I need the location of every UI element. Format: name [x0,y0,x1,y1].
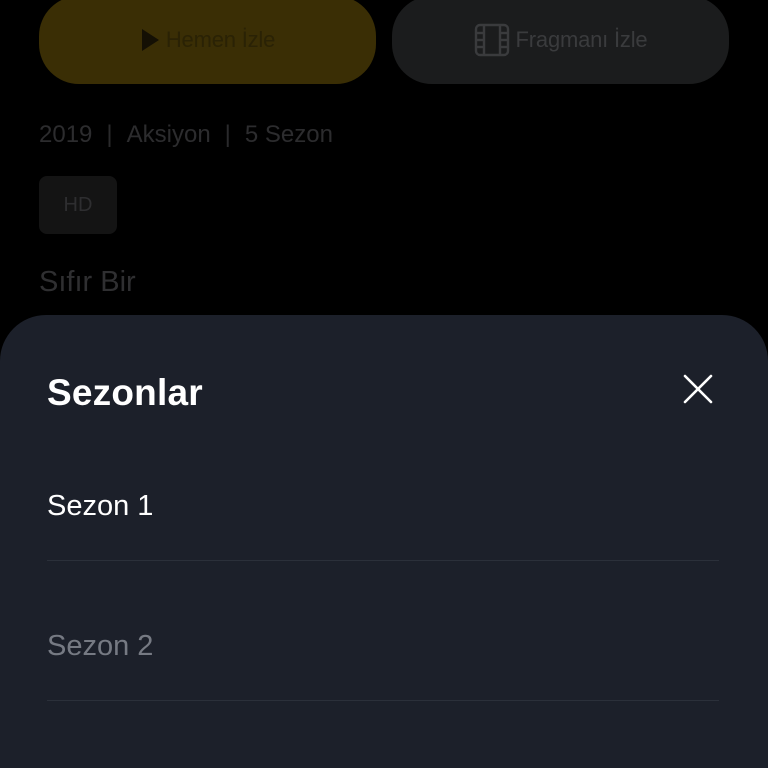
divider [47,560,719,561]
sheet-title: Sezonlar [47,372,203,413]
season-list: Sezon 1 Sezon 2 [47,470,719,750]
show-meta: 2019 | Aksiyon | 5 Sezon [39,121,333,149]
meta-seasons: 5 Sezon [244,121,333,148]
seasons-bottom-sheet: Sezonlar Sezon 1 Sezon 2 [0,315,768,768]
show-title: Sıfır Bir [39,266,136,298]
divider [47,700,719,701]
season-item-1[interactable]: Sezon 1 [47,470,719,610]
season-label: Sezon 1 [47,490,154,522]
watch-now-label: Hemen İzle [165,27,276,52]
season-item-2[interactable]: Sezon 2 [47,610,719,750]
film-icon [474,23,510,57]
quality-badge: HD [39,176,117,234]
close-button[interactable] [678,371,718,411]
meta-separator: | [106,121,113,148]
watch-now-button[interactable]: Hemen İzle [39,0,376,84]
trailer-button[interactable]: Fragmanı İzle [392,0,729,84]
season-label: Sezon 2 [47,630,154,662]
meta-genre: Aksiyon [126,121,211,148]
trailer-label: Fragmanı İzle [515,27,648,52]
meta-separator: | [224,121,231,148]
close-icon [682,373,714,410]
play-icon [140,28,160,52]
meta-year: 2019 [39,121,93,148]
page: Hemen İzle Fragmanı İzle 2019 | Aksiyon … [0,0,768,768]
